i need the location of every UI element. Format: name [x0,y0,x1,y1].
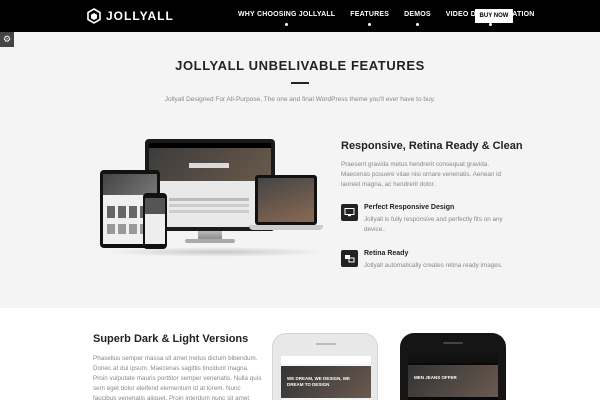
top-navbar: JOLLYALL WHY CHOOSING JOLLYALL FEATURES … [0,0,600,32]
nav-link-why-choosing[interactable]: WHY CHOOSING JOLLYALL [238,11,335,26]
versions-section: Superb Dark & Light Versions Phasellus s… [0,308,600,400]
title-divider [291,82,309,84]
dark-version-phone: MEN JEANS OFFER [400,333,506,400]
settings-gear-icon[interactable]: ⚙ [0,32,14,47]
responsive-text: Praesent gravida metus hendrerit consequ… [341,161,501,188]
dark-phone-caption: MEN JEANS OFFER [414,375,457,380]
features-title: JOLLYALL UNBELIVABLE FEATURES [175,58,425,73]
logo[interactable]: JOLLYALL [87,8,174,24]
laptop-base [249,225,323,230]
logo-text: JOLLYALL [106,9,174,23]
light-phone-caption: WE DREAM, WE DESIGN, WE DREAM TO DESIGN [287,376,350,387]
smartphone [143,193,167,249]
retina-icon [341,250,358,267]
devices-mockup-image [95,135,335,260]
responsive-heading: Responsive, Retina Ready & Clean [341,140,523,152]
monitor-icon [341,204,358,221]
light-version-phone: WE DREAM, WE DESIGN, WE DREAM TO DESIGN [272,333,378,400]
buy-now-button[interactable]: BUY NOW [475,9,513,23]
features-subtitle: Jollyall Designed For All-Purpose, The o… [164,96,436,103]
devices-shadow [105,247,330,257]
feature-title: Perfect Responsive Design [364,204,455,211]
nav-link-features[interactable]: FEATURES [350,11,389,26]
versions-text: Phasellus semper massa sit amet metus di… [93,355,262,400]
versions-title: Superb Dark & Light Versions [93,333,249,345]
monitor-base [185,239,235,243]
feature-desc: Jollyall automatically creates retina re… [364,262,503,269]
feature-title: Retina Ready [364,250,409,257]
hexagon-logo-icon [87,8,101,24]
feature-desc: Jollyall is fully responsive and perfect… [364,216,503,233]
nav-link-demos[interactable]: DEMOS [404,11,431,26]
laptop [255,175,317,225]
